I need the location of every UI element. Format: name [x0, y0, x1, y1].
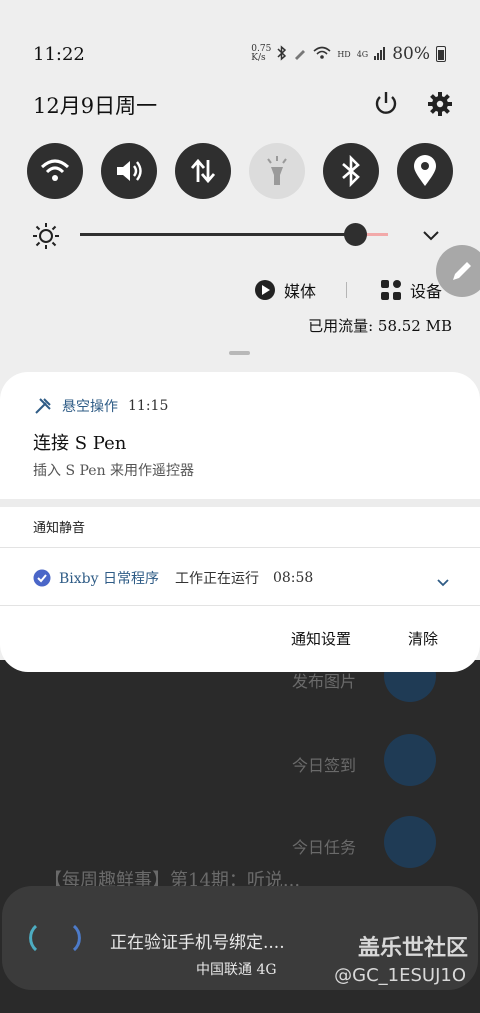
notification-time: 11:15 [128, 398, 169, 414]
brightness-icon [32, 222, 60, 250]
media-button[interactable]: 媒体 [254, 278, 316, 302]
location-toggle[interactable] [397, 143, 453, 199]
brightness-slider-remainder[interactable] [366, 233, 388, 236]
clear-button[interactable]: 清除 [408, 628, 438, 649]
sound-toggle[interactable] [101, 143, 157, 199]
carrier-label: 中国联通 4G [196, 962, 277, 978]
brightness-slider-thumb[interactable] [344, 223, 367, 246]
watermark-title: 盖乐世社区 [357, 936, 468, 961]
bluetooth-toggle[interactable] [323, 143, 379, 199]
brightness-slider-track[interactable] [80, 233, 356, 236]
sound-icon [117, 161, 142, 181]
battery-icon [436, 46, 446, 62]
settings-gear-icon[interactable] [428, 92, 452, 116]
wifi-status-icon [313, 46, 331, 63]
status-time: 11:22 [33, 44, 85, 65]
bixby-notification[interactable]: Bixby 日常程序 工作正在运行 08:58 [33, 568, 453, 588]
mobile-data-toggle[interactable] [175, 143, 231, 199]
network-type: 4G [356, 49, 369, 59]
bg-menu-item: 今日签到 [292, 756, 357, 775]
media-label: 媒体 [284, 282, 317, 301]
pencil-icon [453, 262, 471, 280]
devices-label: 设备 [410, 282, 443, 301]
wifi-toggle[interactable] [27, 143, 83, 199]
bixby-time: 08:58 [272, 570, 314, 586]
edit-pencil-button[interactable] [436, 245, 480, 297]
flashlight-toggle[interactable] [249, 143, 305, 199]
notification-settings-button[interactable]: 通知设置 [291, 628, 351, 649]
status-icons: 0.75 K/s HD 4G 80% [251, 44, 446, 64]
notification-app-name: 悬空操作 [62, 399, 118, 415]
signal-icon [374, 46, 386, 63]
drag-handle[interactable] [229, 351, 250, 355]
chevron-down-icon[interactable] [421, 228, 441, 242]
bixby-app-name: Bixby 日常程序 [59, 571, 159, 587]
date-label: 12月9日周一 [33, 94, 158, 118]
bg-checkin-button [384, 734, 436, 786]
bluetooth-icon [277, 44, 287, 64]
notification-title: 连接 S Pen [33, 433, 127, 454]
watermark-handle: @GC_1ESUJ1O [334, 965, 466, 986]
toast-text: 正在验证手机号绑定.... [110, 933, 285, 953]
devices-grid-icon [381, 280, 401, 300]
divider [0, 605, 480, 606]
pen-icon [293, 46, 307, 63]
spen-icon [35, 398, 51, 414]
bluetooth-icon [342, 155, 360, 187]
bixby-routines-icon [33, 569, 51, 587]
expand-chevron-icon[interactable] [436, 573, 450, 587]
hd-label: HD [337, 49, 351, 59]
wifi-icon [40, 159, 70, 181]
flashlight-icon [267, 156, 287, 185]
divider [0, 547, 480, 548]
location-icon [414, 155, 436, 186]
bixby-text: 工作正在运行 [174, 571, 259, 587]
air-command-notification[interactable]: 悬空操作 11:15 连接 S Pen 插入 S Pen 来用作遥控器 [0, 372, 480, 498]
mobile-data-icon [190, 158, 216, 184]
devices-button[interactable]: 设备 [380, 278, 442, 302]
battery-percent: 80% [392, 44, 430, 64]
loading-spinner-icon [29, 924, 81, 952]
notification-header: 悬空操作 11:15 [34, 396, 168, 416]
divider [346, 282, 347, 298]
silent-section-header: 通知静音 [33, 521, 86, 536]
play-circle-icon [255, 280, 275, 300]
bg-task-button [384, 816, 436, 868]
notification-card: 悬空操作 11:15 连接 S Pen 插入 S Pen 来用作遥控器 通知静音… [0, 372, 480, 672]
section-separator [0, 499, 480, 507]
bg-menu-item: 今日任务 [292, 838, 357, 857]
power-icon[interactable] [372, 89, 400, 117]
notification-text: 插入 S Pen 来用作遥控器 [33, 463, 195, 479]
data-usage-label: 已用流量: 58.52 MB [308, 317, 452, 335]
net-speed: 0.75 K/s [251, 44, 272, 63]
